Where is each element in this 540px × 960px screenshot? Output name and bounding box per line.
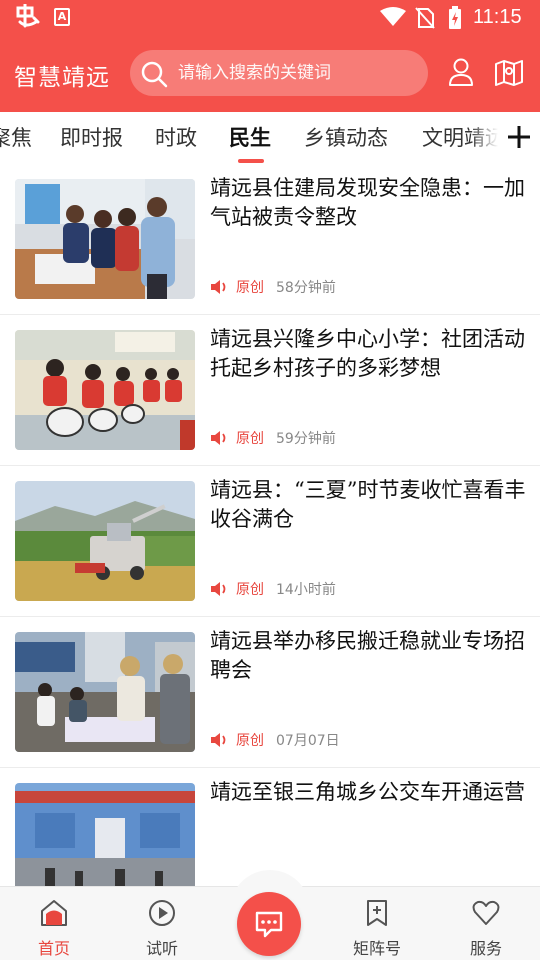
speaker-icon[interactable] — [210, 732, 228, 752]
nav-label: 试听 — [145, 939, 178, 958]
tab-township[interactable]: 乡镇动态 — [304, 122, 388, 152]
publish-time: 14小时前 — [276, 582, 336, 598]
battery-charging-icon — [448, 6, 462, 34]
publish-time: 07月07日 — [276, 733, 340, 749]
home-icon — [40, 899, 68, 931]
news-title[interactable]: 靖远县：“三夏”时节麦收忙喜看丰收谷满仓 — [210, 476, 526, 534]
search-input[interactable] — [178, 59, 418, 87]
no-sim-icon — [415, 7, 435, 33]
speaker-icon[interactable] — [210, 581, 228, 601]
nav-label: 首页 — [37, 939, 70, 958]
news-thumbnail — [15, 632, 195, 752]
clock: 11:15 — [473, 6, 522, 28]
tab-livelihood[interactable]: 民生 — [229, 122, 271, 152]
tab-politics[interactable]: 时政 — [155, 122, 197, 152]
wifi-icon — [380, 7, 406, 31]
notification-badge: A — [54, 8, 70, 26]
news-thumbnail — [15, 330, 195, 450]
dang-logo-icon — [14, 2, 42, 36]
nav-listen[interactable]: 试听 — [122, 887, 202, 960]
center-chat-button[interactable] — [237, 892, 301, 956]
nav-label: 矩阵号 — [352, 939, 401, 958]
active-tab-indicator — [238, 159, 264, 163]
tab-instant[interactable]: 即时报 — [60, 122, 123, 152]
status-bar: A 11:15 — [0, 0, 540, 36]
news-title[interactable]: 靖远至银三角城乡公交车开通运营 — [210, 778, 526, 807]
nav-service[interactable]: 服务 — [446, 887, 526, 960]
add-channel-icon[interactable] — [506, 124, 532, 154]
news-thumbnail — [15, 481, 195, 601]
news-item[interactable]: 靖远县兴隆乡中心小学：社团活动托起乡村孩子的多彩梦想 原创 59分钟前 — [0, 315, 540, 466]
brand-title: 智慧靖远 — [14, 65, 110, 91]
original-tag: 原创 — [236, 733, 264, 749]
original-tag: 原创 — [236, 582, 264, 598]
original-tag: 原创 — [236, 280, 264, 296]
speaker-icon[interactable] — [210, 430, 228, 450]
publish-time: 59分钟前 — [276, 431, 336, 447]
speaker-icon[interactable] — [210, 279, 228, 299]
news-item[interactable]: 靖远县举办移民搬迁稳就业专场招聘会 原创 07月07日 — [0, 617, 540, 768]
top-bar: A 11:15 智慧靖远 — [0, 0, 540, 112]
news-title[interactable]: 靖远县兴隆乡中心小学：社团活动托起乡村孩子的多彩梦想 — [210, 325, 526, 383]
search-icon — [140, 60, 168, 92]
user-icon[interactable] — [448, 58, 474, 90]
news-list: 靖远县住建局发现安全隐患：一加气站被责令整改 原创 58分钟前 靖远县兴隆乡中心… — [0, 164, 540, 886]
bookmark-plus-icon — [363, 899, 391, 931]
news-title[interactable]: 靖远县住建局发现安全隐患：一加气站被责令整改 — [210, 174, 526, 232]
channel-tabs: 聚焦 即时报 时政 民生 乡镇动态 文明靖远 — [0, 112, 540, 164]
nav-label: 服务 — [469, 939, 502, 958]
heart-icon — [472, 899, 500, 931]
news-thumbnail — [15, 179, 195, 299]
news-item[interactable]: 靖远县住建局发现安全隐患：一加气站被责令整改 原创 58分钟前 — [0, 164, 540, 315]
news-thumbnail — [15, 783, 195, 886]
news-title[interactable]: 靖远县举办移民搬迁稳就业专场招聘会 — [210, 627, 526, 685]
publish-time: 58分钟前 — [276, 280, 336, 296]
app-header: 智慧靖远 — [0, 44, 540, 102]
nav-home[interactable]: 首页 — [14, 887, 94, 960]
nav-matrix[interactable]: 矩阵号 — [337, 887, 417, 960]
news-item[interactable]: 靖远县：“三夏”时节麦收忙喜看丰收谷满仓 原创 14小时前 — [0, 466, 540, 617]
news-item[interactable]: 靖远至银三角城乡公交车开通运营 — [0, 768, 540, 886]
play-icon — [148, 899, 176, 931]
tab-focus[interactable]: 聚焦 — [0, 122, 32, 152]
map-icon[interactable] — [494, 58, 524, 90]
original-tag: 原创 — [236, 431, 264, 447]
search-bar[interactable] — [130, 50, 428, 96]
